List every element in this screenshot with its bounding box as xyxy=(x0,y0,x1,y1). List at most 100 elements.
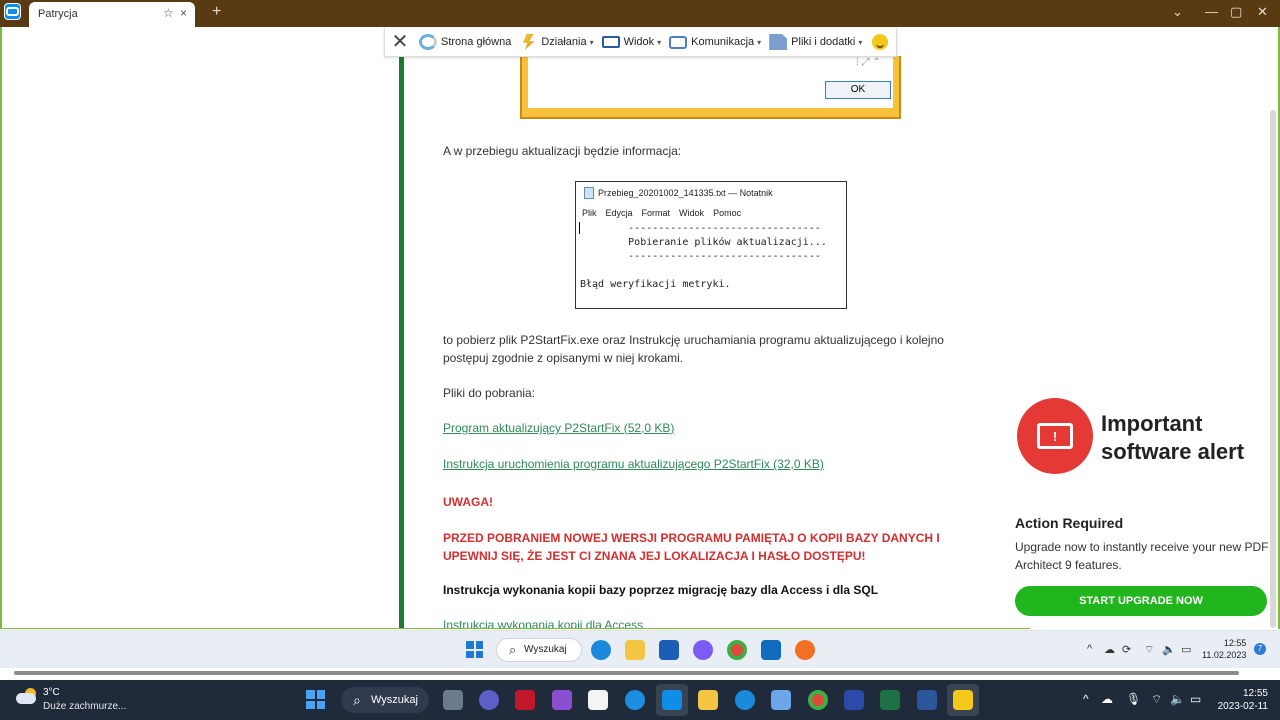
article-paragraph: to pobierz plik P2StartFix.exe oraz Inst… xyxy=(443,333,944,365)
word-icon[interactable] xyxy=(917,690,937,710)
ok-button[interactable]: OK xyxy=(825,81,891,99)
battery-icon[interactable]: ▭ xyxy=(1181,643,1191,656)
maximize-icon[interactable]: ▢ xyxy=(1230,4,1242,20)
teamviewer-logo-icon xyxy=(4,3,21,20)
browser-icon[interactable] xyxy=(625,690,645,710)
ad-text: Upgrade now to instantly receive your ne… xyxy=(1015,540,1269,572)
notepad-screenshot: Przebieg_20201002_141335.txt — Notatnik … xyxy=(575,181,847,309)
horizontal-scrollbar-thumb[interactable] xyxy=(14,671,1239,675)
toolbar-communication-label: Komunikacja xyxy=(691,36,755,48)
tray-caret-icon[interactable]: ^ xyxy=(1087,643,1092,655)
toolbar-view[interactable]: Widok ▾ xyxy=(601,36,662,48)
sticky-notes-icon[interactable] xyxy=(953,690,973,710)
notification-badge[interactable]: 7 xyxy=(1254,643,1266,655)
folder-icon[interactable] xyxy=(625,640,645,660)
wifi-icon[interactable]: ⌔ xyxy=(1144,643,1154,657)
toolbar-home[interactable]: Strona główna xyxy=(419,34,511,50)
outlook-icon[interactable] xyxy=(761,640,781,660)
chrome-icon[interactable] xyxy=(727,640,747,660)
tab-title: Patrycja xyxy=(38,8,78,20)
download-link-program[interactable]: Program aktualizujący P2StartFix (52,0 K… xyxy=(443,421,674,435)
weather-cloud-icon[interactable] xyxy=(16,688,38,704)
teams-icon[interactable] xyxy=(479,690,499,710)
battery-icon[interactable]: ▭ xyxy=(1190,692,1201,706)
notepad-menu-item: Widok xyxy=(679,208,705,218)
toolbar-files[interactable]: Pliki i dodatki ▾ xyxy=(769,34,862,50)
notepad-menu-item: Pomoc xyxy=(713,208,742,218)
microphone-icon[interactable]: 🎙 xyxy=(1126,692,1141,706)
windows-start-icon[interactable] xyxy=(466,641,483,658)
local-clock[interactable]: 12:55 2023-02-11 xyxy=(1208,687,1268,713)
toolbar-communication[interactable]: Komunikacja ▾ xyxy=(669,35,762,49)
tab-close-icon[interactable]: × xyxy=(180,6,187,20)
vertical-scrollbar[interactable] xyxy=(1270,110,1276,628)
minimize-icon[interactable]: — xyxy=(1205,4,1218,19)
smiley-feedback-icon[interactable] xyxy=(872,34,889,50)
sync-icon[interactable]: ⟳ xyxy=(1122,643,1131,656)
chrome-icon[interactable] xyxy=(808,690,828,710)
chevron-down-icon: ▾ xyxy=(657,37,662,47)
notepad-body: -------------------------------- Pobiera… xyxy=(580,223,827,290)
warning-text: PRZED POBRANIEM NOWEJ WERSJI PROGRAMU PA… xyxy=(443,531,940,563)
toolbar-close-icon[interactable]: ✕ xyxy=(389,32,411,52)
notepad-menu-item: Plik xyxy=(582,208,597,218)
star-icon[interactable]: ☆ xyxy=(163,6,174,20)
local-time: 12:55 xyxy=(1242,688,1268,699)
dialog-scroll-icon: ⁞ ⤢ ⌃ xyxy=(856,57,881,68)
store-icon[interactable] xyxy=(659,640,679,660)
download-link-access[interactable]: Instrukcja wykonania kopii dla Access xyxy=(443,618,643,628)
monitor-icon xyxy=(601,36,620,48)
chevron-down-icon[interactable]: ⌄ xyxy=(1172,4,1183,20)
remote-search-box[interactable]: Wyszukaj xyxy=(496,638,582,662)
section-heading: Instrukcja wykonania kopii bazy poprzez … xyxy=(443,583,879,597)
cloud-error-icon[interactable]: ☁ xyxy=(1101,692,1113,706)
new-tab-icon[interactable]: + xyxy=(212,3,221,21)
remote-clock[interactable]: 12:55 11.02.2023 xyxy=(1202,637,1246,661)
download-link-instruction[interactable]: Instrukcja uruchomienia programu aktuali… xyxy=(443,457,824,471)
save-app-icon[interactable] xyxy=(844,690,864,710)
remote-taskbar: Wyszukaj ^ ☁ ⟳ ⌔ 🔈 ▭ 12:55 11.02.2023 7 xyxy=(0,630,1280,668)
messenger-icon[interactable] xyxy=(693,640,713,660)
notepad-menu: Plik Edycja Format Widok Pomoc xyxy=(582,208,741,218)
browser-tab[interactable]: Patrycja ☆ × xyxy=(29,2,195,27)
notepad-title: Przebieg_20201002_141335.txt — Notatnik xyxy=(598,188,773,198)
cloud-icon[interactable]: ☁ xyxy=(1104,643,1115,656)
app-icon[interactable] xyxy=(515,690,535,710)
tray-caret-icon[interactable]: ^ xyxy=(1083,692,1089,706)
chevron-down-icon: ▾ xyxy=(858,37,863,47)
mail-icon[interactable] xyxy=(771,690,791,710)
store-icon[interactable] xyxy=(588,690,608,710)
toolbar-home-label: Strona główna xyxy=(441,36,512,48)
remote-time: 12:55 xyxy=(1223,638,1247,648)
start-upgrade-button[interactable]: START UPGRADE NOW xyxy=(1015,586,1267,616)
local-search-box[interactable]: Wyszukaj xyxy=(341,687,429,713)
teamviewer-icon[interactable] xyxy=(662,690,682,710)
edge-icon[interactable] xyxy=(735,690,755,710)
folder-icon[interactable] xyxy=(698,690,718,710)
excel-icon[interactable] xyxy=(880,690,900,710)
close-window-icon[interactable]: ✕ xyxy=(1257,4,1268,20)
alert-badge-icon: ! xyxy=(1017,398,1093,474)
toolbar-actions[interactable]: Działania ▾ xyxy=(519,34,594,50)
windows-start-icon[interactable] xyxy=(306,690,325,709)
ad-title: Action Required xyxy=(1015,515,1124,531)
wifi-icon[interactable]: ⌔ xyxy=(1151,692,1162,707)
lightning-icon xyxy=(522,34,535,50)
volume-icon[interactable]: 🔈 xyxy=(1170,692,1185,706)
volume-icon[interactable]: 🔈 xyxy=(1162,643,1176,656)
remote-frame-left xyxy=(0,27,2,629)
remote-date: 11.02.2023 xyxy=(1202,650,1247,660)
file-icon xyxy=(769,34,788,50)
remote-control-toolbar: ✕ Strona główna Działania ▾ Widok ▾ Komu… xyxy=(384,28,897,57)
firefox-icon[interactable] xyxy=(795,640,815,660)
task-view-icon[interactable] xyxy=(443,690,463,710)
weather-temperature[interactable]: 3°C xyxy=(43,687,60,698)
window-titlebar: Patrycja ☆ × + ⌄ — ▢ ✕ xyxy=(0,0,1280,27)
chevron-down-icon: ▾ xyxy=(589,37,594,47)
dialog-content: ⁞ ⤢ ⌃ OK xyxy=(528,56,893,108)
toolbar-view-label: Widok xyxy=(623,36,655,48)
edge-icon[interactable] xyxy=(591,640,611,660)
weather-description[interactable]: Duże zachmurze... xyxy=(43,701,126,712)
chevron-down-icon: ▾ xyxy=(757,37,762,47)
visual-studio-icon[interactable] xyxy=(552,690,572,710)
